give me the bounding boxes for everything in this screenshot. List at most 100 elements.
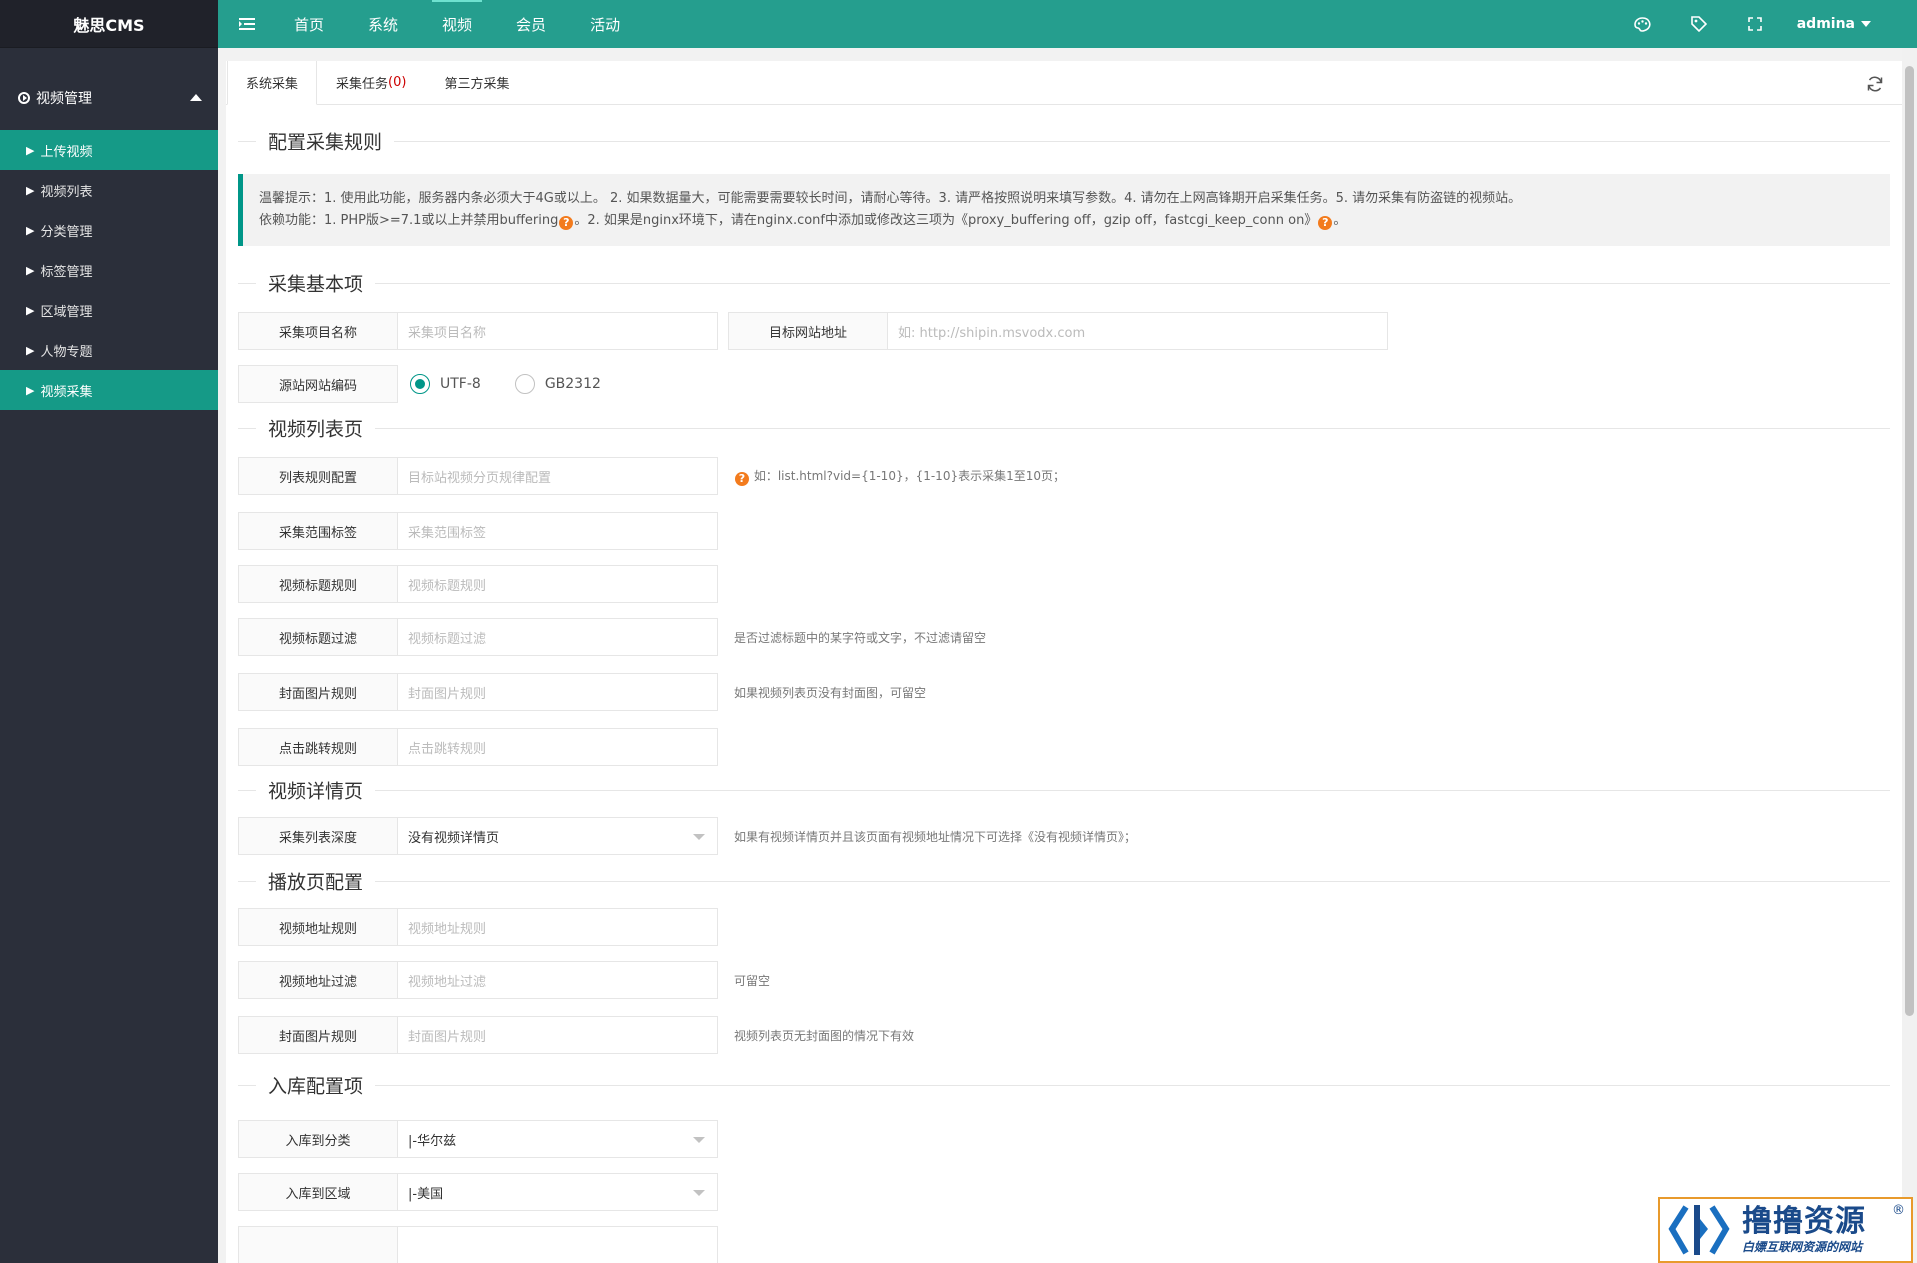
video-addr-input[interactable]: 视频地址规则 [398, 908, 718, 946]
dropdown-arrow-icon [693, 1190, 705, 1196]
select-value: |-华尔兹 [408, 1133, 457, 1149]
tab-bar: 系统采集 采集任务 (0) 第三方采集 [226, 61, 1902, 105]
palette-icon [1634, 16, 1651, 32]
field-label: 视频地址过滤 [238, 961, 398, 999]
project-name-input[interactable]: 采集项目名称 [398, 312, 718, 350]
sidebar-item-video-collect[interactable]: ▶ 视频采集 [0, 370, 218, 410]
form-row-addr-filter: 视频地址过滤 视频地址过滤 可留空 [238, 961, 1890, 999]
form-row-range: 采集范围标签 采集范围标签 [238, 512, 1890, 550]
field-label: 入库到区域 [238, 1173, 398, 1211]
triangle-right-icon: ▶ [26, 223, 35, 237]
form-row-video-addr: 视频地址规则 视频地址规则 [238, 908, 1890, 946]
help-icon[interactable]: ? [1318, 216, 1333, 230]
range-tag-input[interactable]: 采集范围标签 [398, 512, 718, 550]
top-nav: 首页 系统 视频 会员 活动 [272, 0, 642, 48]
play-cover-input[interactable]: 封面图片规则 [398, 1016, 718, 1054]
form-row-title-rule: 视频标题规则 视频标题规则 [238, 565, 1890, 603]
field-label: 采集项目名称 [238, 312, 398, 350]
section-rules: 配置采集规则 [238, 118, 1890, 164]
field-label: 列表规则配置 [238, 457, 398, 495]
title-filter-input[interactable]: 视频标题过滤 [398, 618, 718, 656]
category-select[interactable]: |-华尔兹 [398, 1120, 718, 1158]
nav-system[interactable]: 系统 [346, 0, 420, 48]
cover-rule-input[interactable]: 封面图片规则 [398, 673, 718, 711]
addr-filter-input[interactable]: 视频地址过滤 [398, 961, 718, 999]
sidebar-item-video-list[interactable]: ▶ 视频列表 [0, 170, 218, 210]
nav-home[interactable]: 首页 [272, 0, 346, 48]
jump-rule-input[interactable]: 点击跳转规则 [398, 728, 718, 766]
form-row-title-filter: 视频标题过滤 视频标题过滤 是否过滤标题中的某字符或文字，不过滤请留空 [238, 618, 1890, 656]
tab-label: 系统采集 [246, 77, 299, 92]
menu-toggle-button[interactable] [222, 0, 272, 48]
region-select[interactable]: |-美国 [398, 1173, 718, 1211]
field-label: 视频标题过滤 [238, 618, 398, 656]
sidebar-item-people[interactable]: ▶ 人物专题 [0, 330, 218, 370]
depth-select[interactable]: 没有视频详情页 [398, 817, 718, 855]
tip-line-1: 温馨提示：1. 使用此功能，服务器内条必须大于4G或以上。 2. 如果数据量大，… [259, 191, 1522, 206]
tip-line-2b: 。2. 如果是nginx环境下，请在nginx.conf中添加或修改这三项为《p… [574, 213, 1318, 228]
triangle-right-icon: ▶ [26, 263, 35, 277]
help-icon[interactable]: ? [559, 216, 574, 230]
registered-mark: ® [1892, 1203, 1905, 1218]
sidebar-item-upload-video[interactable]: ▶ 上传视频 [0, 130, 218, 170]
help-icon: ? [735, 471, 749, 486]
scrollbar[interactable] [1902, 48, 1917, 1263]
tag-button[interactable] [1671, 0, 1727, 48]
fullscreen-button[interactable] [1727, 0, 1783, 48]
watermark-logo-icon [1660, 1199, 1738, 1261]
triangle-right-icon: ▶ [26, 303, 35, 317]
section-title: 播放页配置 [256, 867, 376, 895]
target-url-input[interactable]: 如: http://shipin.msvodx.com [888, 312, 1388, 350]
play-circle-icon [18, 92, 30, 104]
sidebar-item-region[interactable]: ▶ 区域管理 [0, 290, 218, 330]
form-row-cover-rule: 封面图片规则 封面图片规则 如果视频列表页没有封面图，可留空 [238, 673, 1890, 711]
sidebar-item-label: 标签管理 [40, 264, 93, 280]
section-title: 视频详情页 [256, 776, 376, 804]
tab-third-party-collect[interactable]: 第三方采集 [425, 61, 528, 104]
radio-label: GB2312 [544, 376, 601, 392]
nav-activity[interactable]: 活动 [568, 0, 642, 48]
tip-line-2c: 。 [1333, 213, 1347, 228]
nav-member[interactable]: 会员 [494, 0, 568, 48]
section-detail: 视频详情页 [238, 767, 1890, 813]
app-root: 魅思CMS 视频管理 ▶ 上传视频 ▶ 视频列表 ▶ 分类管理 ▶ 标签管理 ▶ 区域管理… [0, 0, 1917, 1263]
form-row-next [238, 1226, 1890, 1263]
sidebar: 魅思CMS 视频管理 ▶ 上传视频 ▶ 视频列表 ▶ 分类管理 ▶ 标签管理 ▶ 区域管理… [0, 0, 218, 1263]
radio-utf8[interactable]: UTF-8 [410, 374, 481, 394]
tab-label: 第三方采集 [444, 76, 510, 92]
tip-line-2: 依赖功能：1. PHP版>=7.1或以上并禁用buffering? 。2. 如果是… [259, 210, 1874, 232]
form-row-jump-rule: 点击跳转规则 点击跳转规则 [238, 728, 1890, 766]
sidebar-item-tags[interactable]: ▶ 标签管理 [0, 250, 218, 290]
tab-collect-task[interactable]: 采集任务 (0) [317, 61, 425, 104]
dropdown-arrow-icon [693, 1137, 705, 1143]
theme-button[interactable] [1615, 0, 1671, 48]
app-logo[interactable]: 魅思CMS [0, 0, 218, 48]
form-row-play-cover: 封面图片规则 封面图片规则 视频列表页无封面图的情况下有效 [238, 1016, 1890, 1054]
sidebar-item-category[interactable]: ▶ 分类管理 [0, 210, 218, 250]
select-value: 没有视频详情页 [408, 830, 500, 846]
refresh-icon[interactable] [1866, 75, 1884, 93]
hint: 视频列表页无封面图的情况下有效 [734, 1028, 915, 1043]
title-rule-input[interactable]: 视频标题规则 [398, 565, 718, 603]
list-rule-input[interactable]: 目标站视频分页规律配置 [398, 457, 718, 495]
user-menu[interactable]: admina [1783, 16, 1917, 32]
top-right-tools: admina [1615, 0, 1917, 48]
form-row-region: 入库到区域 |-美国 [238, 1173, 1890, 1211]
scrollbar-thumb[interactable] [1905, 66, 1914, 1016]
form-row-project: 采集项目名称 采集项目名称 目标网站地址 如: http://shipin.ms… [238, 312, 1890, 350]
triangle-right-icon: ▶ [26, 383, 35, 397]
sidebar-item-label: 区域管理 [40, 304, 93, 320]
hint: ? 如：list.html?vid={1-10}，{1-10}表示采集1至10页… [734, 467, 1065, 486]
sidebar-group-video-manage[interactable]: 视频管理 [0, 70, 218, 126]
form-row-category: 入库到分类 |-华尔兹 [238, 1120, 1890, 1158]
tip-line-2a: 依赖功能：1. PHP版>=7.1或以上并禁用buffering [259, 213, 559, 228]
radio-gb2312[interactable]: GB2312 [514, 374, 601, 394]
field-label: 目标网站地址 [728, 312, 888, 350]
section-store: 入库配置项 [238, 1062, 1890, 1108]
field-label: 封面图片规则 [238, 673, 398, 711]
tab-system-collect[interactable]: 系统采集 [227, 61, 318, 105]
radio-label: UTF-8 [440, 376, 481, 392]
tip-box: 温馨提示：1. 使用此功能，服务器内条必须大于4G或以上。 2. 如果数据量大，… [238, 174, 1890, 246]
next-select[interactable] [398, 1226, 718, 1263]
nav-video[interactable]: 视频 [420, 0, 494, 48]
